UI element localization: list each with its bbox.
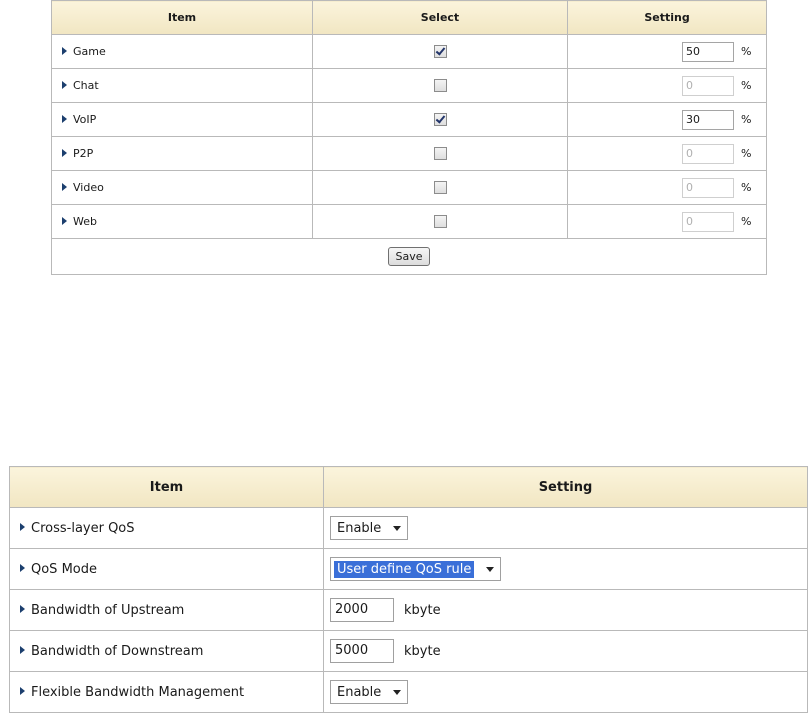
- table-row-game: Game 50%: [51, 34, 767, 69]
- table-row-web: Web 0%: [51, 204, 767, 239]
- select-value: Enable: [337, 520, 382, 536]
- table-header-row: Item Setting: [9, 466, 808, 508]
- row-label: Bandwidth of Downstream: [31, 643, 204, 659]
- chevron-down-icon: [393, 525, 402, 531]
- bullet-arrow-icon: [20, 605, 25, 613]
- bullet-arrow-icon: [20, 687, 25, 695]
- percent-sign: %: [741, 181, 752, 194]
- select-checkbox-game[interactable]: [433, 45, 447, 59]
- row-label: Game: [73, 45, 106, 58]
- upstream-bandwidth-input[interactable]: 2000: [330, 598, 394, 622]
- header-setting: Setting: [567, 0, 767, 35]
- qos-priority-table: Item Select Setting Game 50% Chat 0% VoI…: [51, 0, 767, 275]
- bullet-arrow-icon: [62, 115, 67, 123]
- row-label: Bandwidth of Upstream: [31, 602, 185, 618]
- bullet-arrow-icon: [62, 217, 67, 225]
- table-row-cross-layer-qos: Cross-layer QoS Enable: [9, 507, 808, 549]
- header-setting: Setting: [323, 466, 808, 508]
- bullet-arrow-icon: [20, 564, 25, 572]
- percent-sign: %: [741, 147, 752, 160]
- unit-label: kbyte: [404, 643, 441, 659]
- percent-input-chat[interactable]: 0: [682, 75, 734, 96]
- table-row-upstream: Bandwidth of Upstream 2000 kbyte: [9, 589, 808, 631]
- qos-mode-select[interactable]: User define QoS rule: [330, 557, 502, 581]
- percent-sign: %: [741, 215, 752, 228]
- table-row-flexible-bandwidth: Flexible Bandwidth Management Enable: [9, 671, 808, 713]
- select-checkbox-voip[interactable]: [433, 113, 447, 127]
- select-value: Enable: [337, 684, 382, 700]
- table-row-qos-mode: QoS Mode User define QoS rule: [9, 548, 808, 590]
- downstream-bandwidth-input[interactable]: 5000: [330, 639, 394, 663]
- row-label: Chat: [73, 79, 99, 92]
- save-row: Save: [51, 238, 767, 275]
- percent-input-video[interactable]: 0: [682, 177, 734, 198]
- row-label: QoS Mode: [31, 561, 97, 577]
- bullet-arrow-icon: [20, 523, 25, 531]
- bullet-arrow-icon: [62, 183, 67, 191]
- bullet-arrow-icon: [20, 646, 25, 654]
- header-item: Item: [51, 0, 313, 35]
- unit-label: kbyte: [404, 602, 441, 618]
- flexible-bandwidth-select[interactable]: Enable: [330, 680, 409, 704]
- save-button[interactable]: Save: [388, 247, 430, 266]
- percent-sign: %: [741, 113, 752, 126]
- select-checkbox-chat[interactable]: [433, 79, 447, 93]
- select-value: User define QoS rule: [334, 560, 475, 578]
- percent-input-p2p[interactable]: 0: [682, 143, 734, 164]
- qos-config-table: Item Setting Cross-layer QoS Enable QoS …: [9, 466, 808, 713]
- row-label: Video: [73, 181, 104, 194]
- row-label: Web: [73, 215, 97, 228]
- bullet-arrow-icon: [62, 47, 67, 55]
- select-checkbox-p2p[interactable]: [433, 147, 447, 161]
- qos-settings-page: Item Select Setting Game 50% Chat 0% VoI…: [0, 0, 808, 717]
- percent-sign: %: [741, 45, 752, 58]
- table-row-downstream: Bandwidth of Downstream 5000 kbyte: [9, 630, 808, 672]
- row-label: Cross-layer QoS: [31, 520, 135, 536]
- row-label: P2P: [73, 147, 94, 160]
- chevron-down-icon: [486, 566, 495, 572]
- table-row-chat: Chat 0%: [51, 68, 767, 103]
- percent-sign: %: [741, 79, 752, 92]
- select-checkbox-web[interactable]: [433, 215, 447, 229]
- table-row-video: Video 0%: [51, 170, 767, 205]
- select-checkbox-video[interactable]: [433, 181, 447, 195]
- chevron-down-icon: [393, 689, 402, 695]
- row-label: VoIP: [73, 113, 97, 126]
- bullet-arrow-icon: [62, 81, 67, 89]
- percent-input-web[interactable]: 0: [682, 211, 734, 232]
- percent-input-voip[interactable]: 30: [682, 109, 734, 130]
- table-header-row: Item Select Setting: [51, 0, 767, 35]
- bullet-arrow-icon: [62, 149, 67, 157]
- row-label: Flexible Bandwidth Management: [31, 684, 245, 700]
- table-row-voip: VoIP 30%: [51, 102, 767, 137]
- header-select: Select: [312, 0, 568, 35]
- cross-layer-qos-select[interactable]: Enable: [330, 516, 409, 540]
- table-row-p2p: P2P 0%: [51, 136, 767, 171]
- header-item: Item: [9, 466, 324, 508]
- percent-input-game[interactable]: 50: [682, 41, 734, 62]
